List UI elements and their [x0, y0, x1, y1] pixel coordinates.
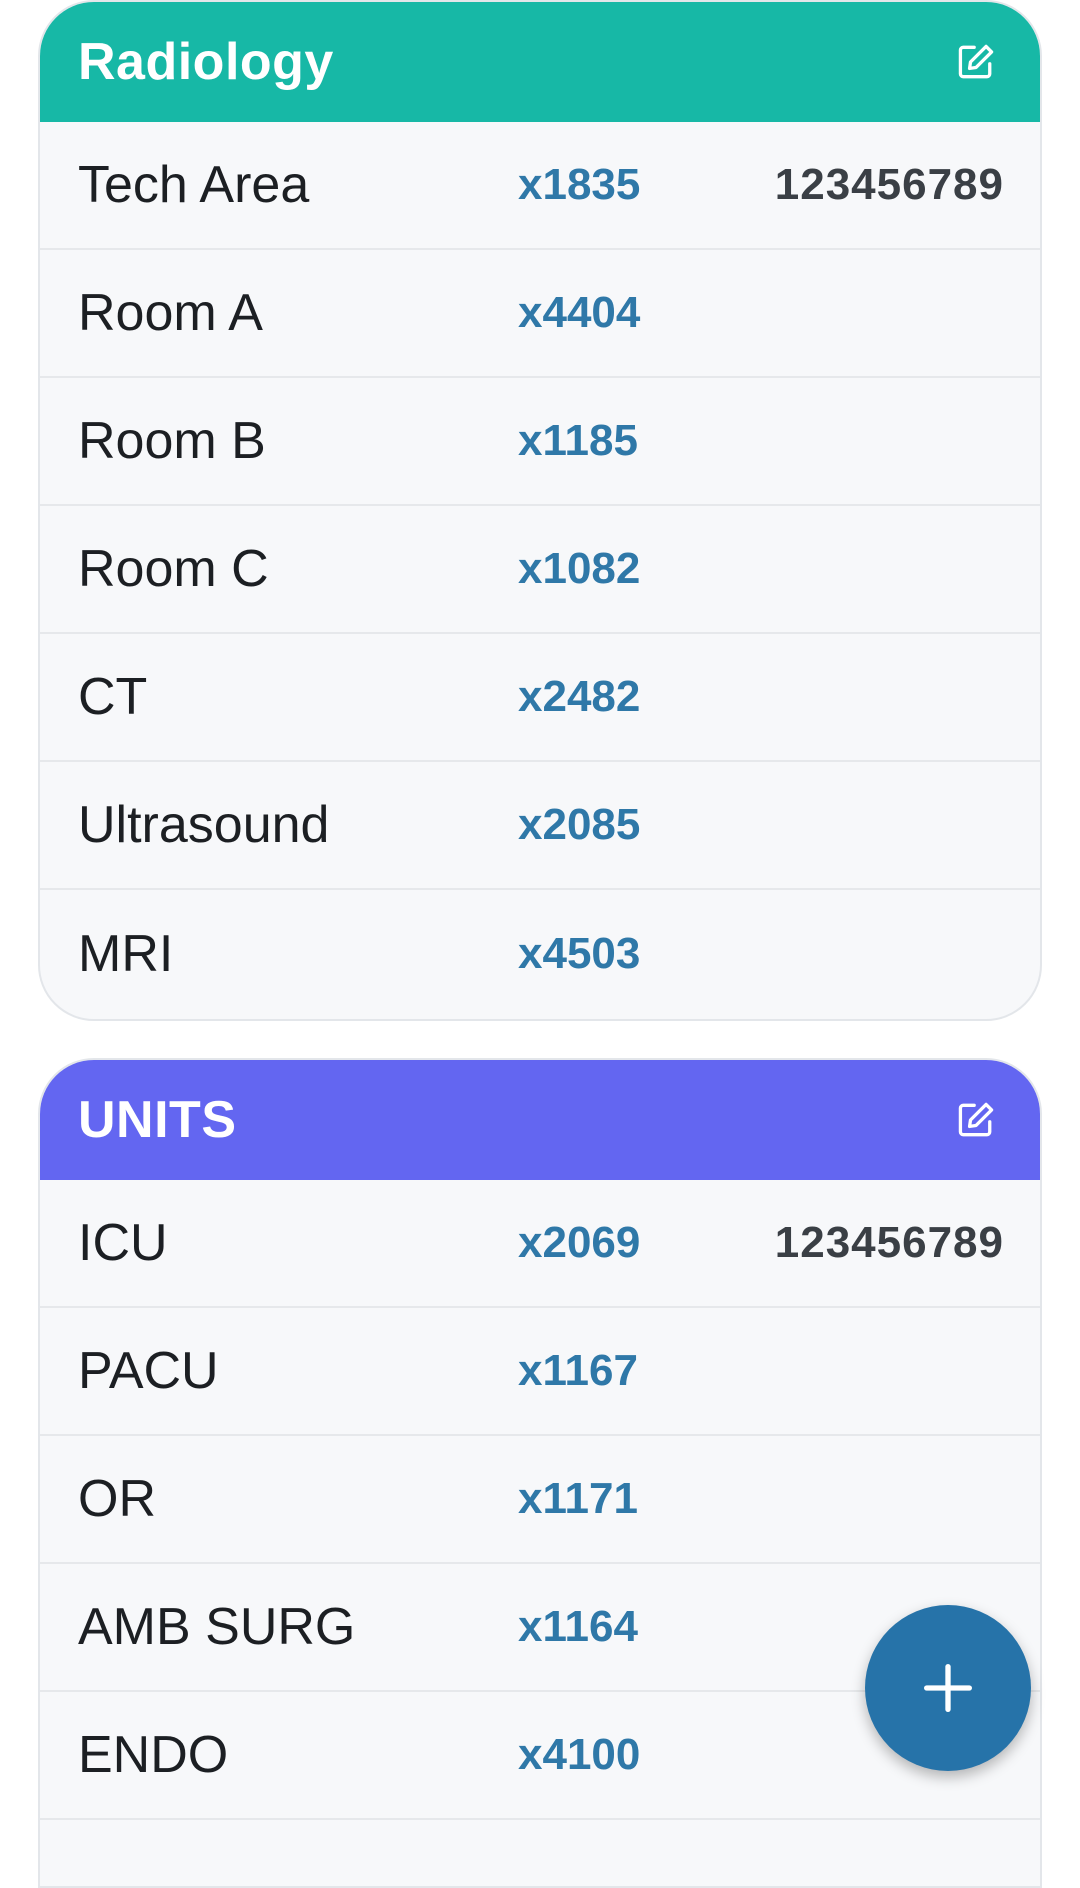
list-item[interactable]: ICU x2069 123456789	[40, 1180, 1040, 1308]
location-name: MRI	[78, 925, 174, 983]
extension-link[interactable]: x2085	[518, 800, 718, 850]
phone-number[interactable]: 123456789	[718, 160, 1004, 210]
location-name: AMB SURG	[78, 1598, 356, 1656]
list-item[interactable]: Ultrasound x2085	[40, 762, 1040, 890]
list-item[interactable]: Room B x1185	[40, 378, 1040, 506]
location-name: Tech Area	[78, 156, 310, 214]
units-card: UNITS ICU x2069 123456789 PACU x1167 OR …	[38, 1058, 1042, 1888]
section-title: UNITS	[78, 1091, 237, 1149]
extension-link[interactable]: x4100	[518, 1730, 718, 1780]
extension-link[interactable]: x1835	[518, 160, 718, 210]
list-item[interactable]: Room C x1082	[40, 506, 1040, 634]
location-name: OR	[78, 1470, 156, 1528]
list-item[interactable]: Tech Area x1835 123456789	[40, 122, 1040, 250]
extension-link[interactable]: x2069	[518, 1218, 718, 1268]
list-item[interactable]: PACU x1167	[40, 1308, 1040, 1436]
extension-link[interactable]: x1171	[518, 1474, 718, 1524]
extension-link[interactable]: x2482	[518, 672, 718, 722]
radiology-card: Radiology Tech Area x1835 123456789 Room…	[38, 0, 1042, 1021]
list-item[interactable]: MRI x4503	[40, 890, 1040, 1018]
extension-link[interactable]: x4404	[518, 288, 718, 338]
location-name: Room A	[78, 284, 263, 342]
edit-icon[interactable]	[950, 36, 1002, 88]
radiology-header: Radiology	[40, 2, 1040, 122]
location-name: CT	[78, 668, 148, 726]
list-item[interactable]: OR x1171	[40, 1436, 1040, 1564]
units-header: UNITS	[40, 1060, 1040, 1180]
extension-link[interactable]: x4503	[518, 929, 718, 979]
add-button[interactable]	[865, 1605, 1031, 1771]
location-name: Room C	[78, 540, 269, 598]
plus-icon	[924, 1664, 972, 1712]
section-title: Radiology	[78, 33, 334, 91]
extension-link[interactable]: x1185	[518, 416, 718, 466]
extension-link[interactable]: x1167	[518, 1346, 718, 1396]
list-item[interactable]: Room A x4404	[40, 250, 1040, 378]
edit-icon[interactable]	[950, 1094, 1002, 1146]
list-item[interactable]	[40, 1820, 1040, 1886]
location-name: ICU	[78, 1214, 168, 1272]
list-item[interactable]: CT x2482	[40, 634, 1040, 762]
location-name: Ultrasound	[78, 796, 330, 854]
extension-link[interactable]: x1082	[518, 544, 718, 594]
phone-number[interactable]: 123456789	[718, 1218, 1004, 1268]
location-name: PACU	[78, 1342, 219, 1400]
location-name: ENDO	[78, 1726, 229, 1784]
location-name: Room B	[78, 412, 266, 470]
extension-link[interactable]: x1164	[518, 1602, 718, 1652]
